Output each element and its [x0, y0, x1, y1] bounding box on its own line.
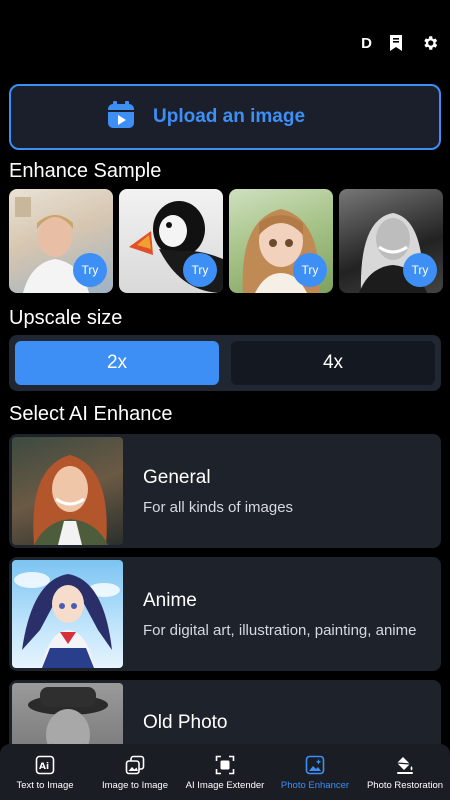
sample-puffin-photo[interactable]: Try [119, 189, 223, 293]
upload-video-icon [107, 100, 135, 134]
upscale-size-selector: 2x 4x [9, 335, 441, 391]
try-button[interactable]: Try [293, 253, 327, 287]
sparkle-image-icon [304, 754, 326, 776]
ai-text-icon: Ai [34, 754, 56, 776]
card-subtitle: For all kinds of images [143, 498, 294, 516]
sample-anime-girl-photo[interactable]: Try [229, 189, 333, 293]
settings-gear-icon[interactable] [420, 33, 440, 53]
sample-bw-woman-photo[interactable]: Try [339, 189, 443, 293]
profile-initial[interactable]: D [361, 35, 372, 52]
upscale-4x-option[interactable]: 4x [231, 341, 435, 385]
try-button[interactable]: Try [403, 253, 437, 287]
try-button[interactable]: Try [183, 253, 217, 287]
enhance-sample-list: Try Try Try Try [9, 189, 450, 293]
nav-label: AI Image Extender [185, 779, 265, 791]
bookmark-icon[interactable] [386, 33, 406, 53]
upscale-2x-option[interactable]: 2x [15, 341, 219, 385]
general-thumbnail [12, 437, 123, 545]
upload-image-button[interactable]: Upload an image [9, 84, 441, 150]
nav-text-to-image[interactable]: Ai Text to Image [0, 744, 90, 800]
nav-photo-restoration[interactable]: Photo Restoration [360, 744, 450, 800]
nav-label: Photo Restoration [366, 779, 444, 791]
nav-image-to-image[interactable]: Image to Image [90, 744, 180, 800]
expand-frame-icon [214, 754, 236, 776]
nav-photo-enhancer[interactable]: Photo Enhancer [270, 744, 360, 800]
enhance-sample-title: Enhance Sample [9, 160, 162, 182]
card-subtitle: For digital art, illustration, painting,… [143, 621, 417, 639]
nav-label: Image to Image [101, 779, 168, 791]
general-text: General For all kinds of images [123, 434, 293, 548]
sample-man-photo[interactable]: Try [9, 189, 113, 293]
top-bar: D [361, 30, 450, 56]
card-title: Anime [143, 589, 197, 611]
select-ai-enhance-title: Select AI Enhance [9, 403, 173, 425]
anime-text: Anime For digital art, illustration, pai… [123, 557, 416, 671]
bottom-navigation: Ai Text to Image Image to Image AI Image… [0, 744, 450, 800]
anime-thumbnail [12, 560, 123, 668]
nav-label: Photo Enhancer [280, 779, 350, 791]
nav-ai-image-extender[interactable]: AI Image Extender [180, 744, 270, 800]
svg-text:Ai: Ai [39, 762, 49, 772]
upload-label: Upload an image [153, 106, 306, 127]
upscale-size-title: Upscale size [9, 307, 123, 329]
card-title: Old Photo [143, 712, 228, 733]
paint-bucket-icon [394, 754, 416, 776]
enhance-option-general[interactable]: General For all kinds of images [9, 434, 441, 548]
image-swap-icon [124, 754, 146, 776]
card-title: General [143, 466, 211, 488]
nav-label: Text to Image [16, 779, 74, 791]
enhance-option-anime[interactable]: Anime For digital art, illustration, pai… [9, 557, 441, 671]
try-button[interactable]: Try [73, 253, 107, 287]
